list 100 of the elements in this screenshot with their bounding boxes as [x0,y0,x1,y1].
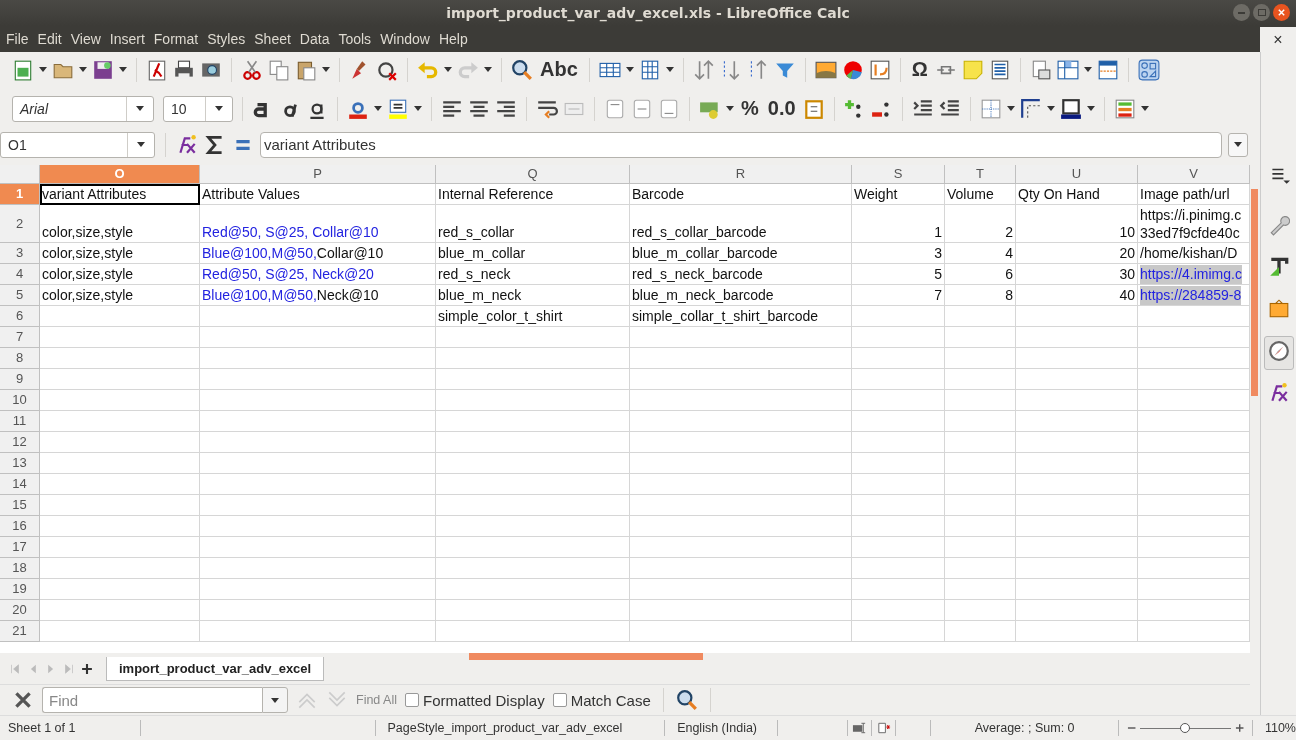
caret-icon[interactable] [625,67,634,73]
conditional-format-icon[interactable] [1113,97,1136,120]
zoom-level[interactable]: 110% [1256,721,1296,735]
sort-icon[interactable] [692,58,715,81]
row-header[interactable]: 3 [0,242,40,264]
toolbar-glyph[interactable]: 0.0 [765,97,798,121]
dropdown-button[interactable] [262,687,288,713]
close-icon[interactable] [1277,8,1286,17]
column-header[interactable]: P [200,164,436,184]
caret-icon[interactable] [1140,106,1149,112]
font-name-box[interactable]: Arial [12,95,154,122]
caret-icon[interactable] [726,106,734,112]
caret-icon[interactable] [136,106,144,112]
name-box[interactable]: O1 [0,131,155,158]
find-replace-icon[interactable] [675,689,698,711]
hyperlink[interactable]: Blue@100,M@50, [202,243,317,263]
menu-item[interactable]: Data [296,31,336,47]
menu-item[interactable]: Sheet [251,31,297,47]
menu-item[interactable]: View [67,31,107,47]
column-header[interactable]: U [1016,164,1138,184]
menu-item[interactable]: Styles [204,31,252,47]
caret-icon[interactable] [137,142,145,148]
find-replace-icon[interactable] [511,58,533,81]
row-header[interactable]: 8 [0,347,40,369]
freeze-panes-icon[interactable] [1056,58,1079,81]
copy-icon[interactable] [268,58,290,81]
split-window-icon[interactable] [1096,58,1119,81]
menu-item[interactable]: Edit [34,31,68,47]
caret-icon[interactable] [79,67,87,73]
column-header[interactable]: R [630,164,852,184]
toolbar-glyph[interactable]: Abc [538,58,580,82]
pdf-export-icon[interactable] [146,58,168,81]
column-header[interactable]: V [1138,164,1250,184]
new-spreadsheet-icon[interactable] [12,58,34,81]
row-header[interactable]: 4 [0,263,40,285]
caret-icon[interactable] [665,67,674,73]
save-icon[interactable] [92,58,114,81]
highlight-color-icon[interactable] [387,97,409,120]
row-header[interactable]: 2 [0,204,40,243]
menu-item[interactable]: Help [435,31,474,47]
row-header[interactable]: 11 [0,410,40,432]
row-header[interactable]: 14 [0,473,40,495]
caret-icon[interactable] [1234,142,1242,148]
font-size-box[interactable]: 10 [163,95,233,122]
row-header[interactable]: 19 [0,578,40,600]
caret-icon[interactable] [322,67,330,73]
row-header[interactable]: 18 [0,557,40,579]
hyperlink[interactable]: Red@50, S@25, Neck@20 [202,264,374,284]
column-header[interactable]: T [945,164,1016,184]
row-header[interactable]: 13 [0,452,40,474]
row-header[interactable]: 6 [0,305,40,327]
zoom-in-icon[interactable] [1234,723,1244,733]
calendar-icon[interactable] [802,97,825,120]
hyperlink[interactable]: https://4.imimg.c [1140,264,1242,284]
row-header[interactable]: 12 [0,431,40,453]
caret-icon[interactable] [444,67,452,73]
menu-item[interactable]: File [3,31,35,47]
caret-icon[interactable] [414,106,422,112]
toolbar-glyph[interactable]: % [739,97,761,121]
border-style-icon[interactable] [1019,97,1042,120]
caret-icon[interactable] [39,67,47,73]
caret-icon[interactable] [215,106,223,112]
pivot-table-icon[interactable] [868,58,891,81]
close-button[interactable] [1273,4,1290,21]
row-header[interactable]: 16 [0,515,40,537]
row-header[interactable]: 10 [0,389,40,411]
close-icon[interactable] [12,689,34,711]
checkbox[interactable] [552,693,567,707]
toolbar-glyph[interactable]: Ω [909,58,930,82]
caret-icon[interactable] [119,67,127,73]
menu-item[interactable]: Tools [335,31,378,47]
caret-icon[interactable] [1046,106,1055,112]
checkbox[interactable] [405,693,419,707]
menu-item[interactable]: Format [150,31,205,47]
menu-item[interactable]: Insert [106,31,151,47]
close-document-button[interactable]: × [1260,27,1296,52]
caret-icon[interactable] [1083,67,1092,73]
caret-icon[interactable] [484,67,492,73]
cut-icon[interactable] [241,58,263,81]
shapes-icon[interactable] [1137,58,1160,81]
caret-icon[interactable] [374,106,382,112]
styles-icon[interactable] [1267,256,1290,278]
border-color-icon[interactable] [1059,97,1082,120]
gallery-icon[interactable] [1267,298,1290,320]
column-header[interactable]: Q [436,164,630,184]
row-header[interactable]: 7 [0,326,40,348]
caret-icon[interactable] [1006,106,1015,112]
formula-input[interactable]: variant Attributes [260,131,1222,158]
row-header[interactable]: 21 [0,620,40,642]
hyperlink[interactable]: Blue@100,M@50, [202,285,317,305]
find-field[interactable]: Find [42,687,262,713]
navigator-icon[interactable] [1267,340,1290,362]
caret-icon[interactable] [271,697,279,703]
hyperlink[interactable]: https://284859-8 [1140,285,1242,305]
row-header[interactable]: 17 [0,536,40,558]
hyperlink[interactable]: Red@50, S@25, Collar@10 [202,222,379,242]
row-header[interactable]: 20 [0,599,40,621]
row-header[interactable]: 9 [0,368,40,390]
row-header[interactable]: 15 [0,494,40,516]
menu-item[interactable]: Window [377,31,436,47]
